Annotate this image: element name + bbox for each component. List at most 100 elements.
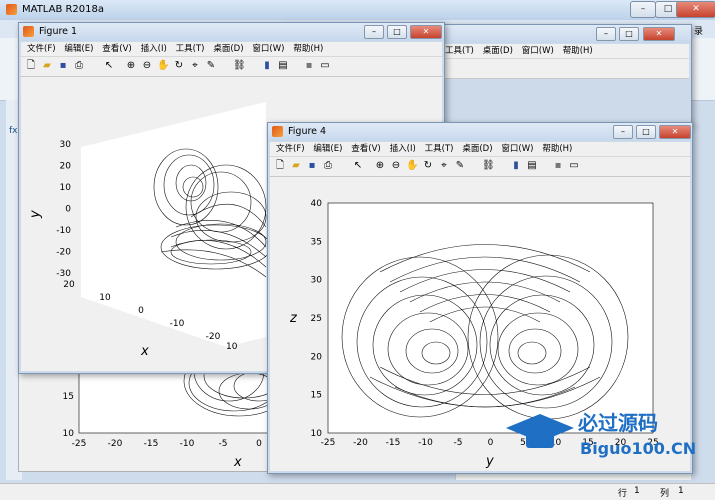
back-x-tick-label: 0 <box>256 439 262 449</box>
back-xlabel: x <box>233 455 242 470</box>
show-tools-icon[interactable]: ▭ <box>319 60 331 72</box>
fig1-x-tick-label: -20 <box>206 332 221 342</box>
fig4-y-tick-label: 10 <box>311 429 323 439</box>
legend-icon[interactable]: ▤ <box>277 60 289 72</box>
fig4-x-tick-label: -10 <box>418 438 433 448</box>
menu-insert[interactable]: 插入(I) <box>141 42 167 56</box>
rotate-icon[interactable]: ↻ <box>422 160 434 172</box>
minimize-button[interactable]: – <box>630 1 656 18</box>
rotate-icon[interactable]: ↻ <box>173 60 185 72</box>
fig1-toolbar: 🗋 ▰ ▪ ⎙ ↖ ⊕ ⊖ ✋ ↻ ⌖ ✎ ⛓ ▮ ▤ ▪ ▭ <box>21 57 442 77</box>
hide-tools-icon[interactable]: ▪ <box>303 60 315 72</box>
menu-view[interactable]: 查看(V) <box>102 42 131 56</box>
fig1-xlabel: x <box>140 344 149 359</box>
menu-file[interactable]: 文件(F) <box>27 42 56 56</box>
fig-back-minimize-button[interactable]: – <box>596 27 616 41</box>
row-label: 行 <box>618 489 628 499</box>
brush-icon[interactable]: ✎ <box>205 60 217 72</box>
menu-tools[interactable]: 工具(T) <box>445 44 474 58</box>
open-file-icon[interactable]: ▰ <box>290 160 302 172</box>
colorbar-icon[interactable]: ▮ <box>261 60 273 72</box>
print-icon[interactable]: ⎙ <box>73 60 85 72</box>
pan-icon[interactable]: ✋ <box>406 160 418 172</box>
menu-tools[interactable]: 工具(T) <box>176 42 205 56</box>
open-file-icon[interactable]: ▰ <box>41 60 53 72</box>
fig4-y-tick-label: 20 <box>311 352 323 362</box>
link-icon[interactable]: ⛓ <box>233 60 246 72</box>
zoom-out-icon[interactable]: ⊖ <box>390 160 402 172</box>
menu-insert[interactable]: 插入(I) <box>390 142 416 156</box>
data-cursor-icon[interactable]: ⌖ <box>438 160 450 172</box>
zoom-in-icon[interactable]: ⊕ <box>374 160 386 172</box>
fig4-x-tick-label: 0 <box>488 438 494 448</box>
save-icon[interactable]: ▪ <box>306 160 318 172</box>
back-y-tick-label: 15 <box>63 392 74 402</box>
figure-icon <box>272 126 283 137</box>
figure-icon <box>23 26 34 37</box>
zoom-in-icon[interactable]: ⊕ <box>125 60 137 72</box>
fig-back-maximize-button[interactable]: □ <box>619 27 639 41</box>
menu-edit[interactable]: 编辑(E) <box>313 142 342 156</box>
close-button[interactable]: ✕ <box>676 1 715 18</box>
save-icon[interactable]: ▪ <box>57 60 69 72</box>
menu-help[interactable]: 帮助(H) <box>542 142 572 156</box>
pointer-icon[interactable]: ↖ <box>103 60 115 72</box>
fig1-x-tick-label: 10 <box>99 293 111 303</box>
fig1-y-tick-label: 0 <box>65 205 71 215</box>
menu-window[interactable]: 窗口(W) <box>522 44 554 58</box>
menu-tools[interactable]: 工具(T) <box>425 142 454 156</box>
hide-tools-icon[interactable]: ▪ <box>552 160 564 172</box>
fig4-y-tick-label: 25 <box>311 314 322 324</box>
fig1-y-tick-label: -10 <box>56 226 71 236</box>
pan-icon[interactable]: ✋ <box>157 60 169 72</box>
fig-back-close-button[interactable]: ✕ <box>643 27 675 41</box>
fig4-y-tick-label: 15 <box>311 391 322 401</box>
fig4-x-tick-label: -15 <box>386 438 401 448</box>
show-tools-icon[interactable]: ▭ <box>568 160 580 172</box>
fig1-y-tick-label: 20 <box>60 162 72 172</box>
fig4-close-button[interactable]: ✕ <box>659 125 691 139</box>
fig4-maximize-button[interactable]: □ <box>636 125 656 139</box>
fig1-menubar: 文件(F) 编辑(E) 查看(V) 插入(I) 工具(T) 桌面(D) 窗口(W… <box>21 42 442 57</box>
watermark-svg: 必过源码 Biguo100.CN <box>506 411 696 458</box>
menu-desktop[interactable]: 桌面(D) <box>462 142 492 156</box>
status-bar: 行 1 列 1 <box>0 483 715 500</box>
fig4-y-ticks: 40 35 30 25 20 15 10 <box>311 199 323 439</box>
fig1-close-button[interactable]: ✕ <box>410 25 442 39</box>
fig1-axes-pane <box>81 102 266 347</box>
print-icon[interactable]: ⎙ <box>322 160 334 172</box>
link-icon[interactable]: ⛓ <box>482 160 495 172</box>
fig4-toolbar: 🗋 ▰ ▪ ⎙ ↖ ⊕ ⊖ ✋ ↻ ⌖ ✎ ⛓ ▮ ▤ ▪ ▭ <box>270 157 690 177</box>
data-cursor-icon[interactable]: ⌖ <box>189 60 201 72</box>
fig4-xlabel: y <box>485 454 494 469</box>
colorbar-icon[interactable]: ▮ <box>510 160 522 172</box>
fig1-maximize-button[interactable]: □ <box>387 25 407 39</box>
fig1-ylabel: y <box>28 210 43 219</box>
menu-view[interactable]: 查看(V) <box>351 142 380 156</box>
fig1-minimize-button[interactable]: – <box>364 25 384 39</box>
fig4-x-tick-label: -5 <box>454 438 463 448</box>
new-figure-icon[interactable]: 🗋 <box>25 60 37 72</box>
zoom-out-icon[interactable]: ⊖ <box>141 60 153 72</box>
menu-desktop[interactable]: 桌面(D) <box>483 44 513 58</box>
fig1-y-tick-label: -30 <box>56 269 71 279</box>
brush-icon[interactable]: ✎ <box>454 160 466 172</box>
back-x-tick-label: -10 <box>180 439 195 449</box>
back-x-tick-label: -5 <box>219 439 228 449</box>
menu-window[interactable]: 窗口(W) <box>501 142 533 156</box>
menu-file[interactable]: 文件(F) <box>276 142 305 156</box>
menu-help[interactable]: 帮助(H) <box>563 44 593 58</box>
menu-edit[interactable]: 编辑(E) <box>64 42 93 56</box>
menu-help[interactable]: 帮助(H) <box>293 42 323 56</box>
fig4-minimize-button[interactable]: – <box>613 125 633 139</box>
figure-1-title: Figure 1 <box>39 26 78 37</box>
menu-desktop[interactable]: 桌面(D) <box>213 42 243 56</box>
fig4-y-tick-label: 40 <box>311 199 323 209</box>
legend-icon[interactable]: ▤ <box>526 160 538 172</box>
watermark-sub: Biguo100.CN <box>580 439 696 458</box>
fig1-y-tick-label: -20 <box>56 248 71 258</box>
new-figure-icon[interactable]: 🗋 <box>274 160 286 172</box>
menu-window[interactable]: 窗口(W) <box>252 42 284 56</box>
fig1-x-tick-label: 20 <box>63 280 75 290</box>
pointer-icon[interactable]: ↖ <box>352 160 364 172</box>
